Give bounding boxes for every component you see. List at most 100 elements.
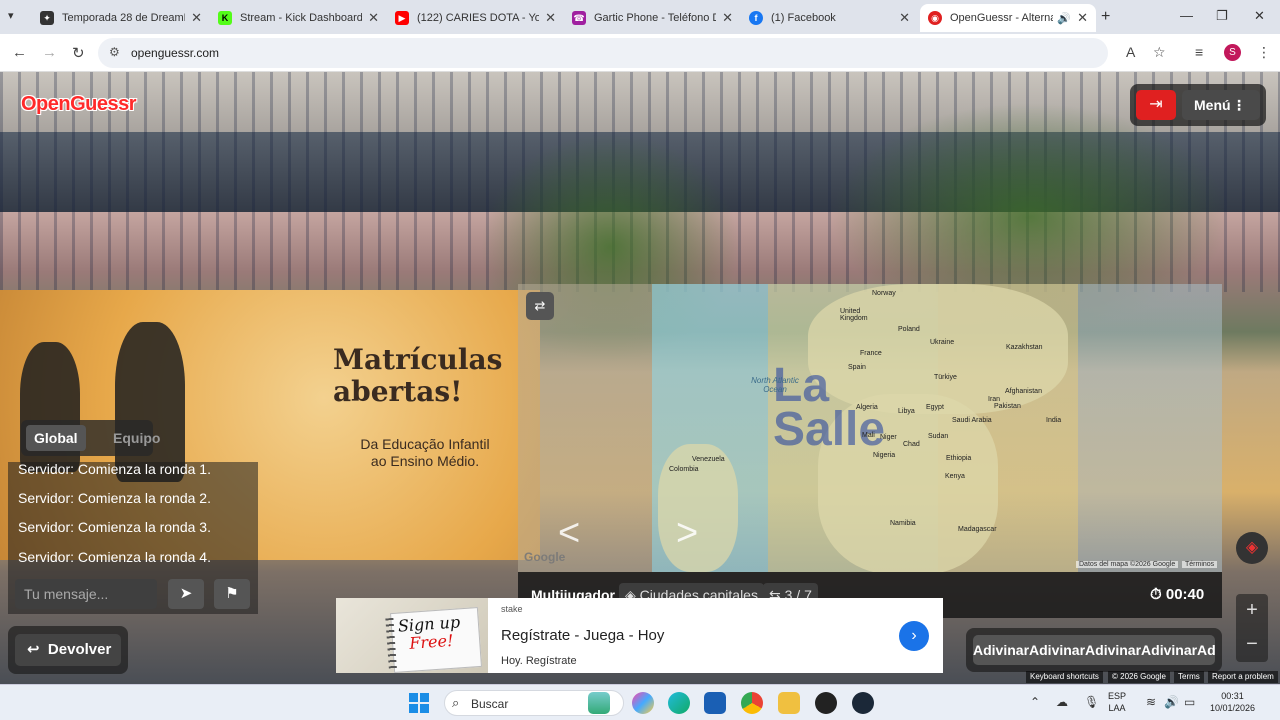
media-control-icon[interactable]: ≡ bbox=[1195, 44, 1203, 60]
kebab-menu-icon[interactable]: ⋮ bbox=[1257, 44, 1271, 61]
ad-go-button[interactable]: › bbox=[899, 621, 929, 651]
map-settings-button[interactable]: ⇄ bbox=[526, 292, 554, 320]
address-bar: ← → ↻ ⚙ openguessr.com A ☆ ≡ S ⋮ bbox=[0, 34, 1280, 72]
map-country-label: Chad bbox=[903, 441, 920, 448]
return-label: Devolver bbox=[47, 641, 112, 658]
new-tab-icon[interactable]: + bbox=[1101, 8, 1110, 26]
map-terms-link[interactable]: Términos bbox=[1182, 561, 1218, 568]
chat-message-input[interactable] bbox=[15, 579, 157, 609]
store-icon[interactable] bbox=[704, 692, 726, 714]
menu-button[interactable]: Menú ⋮ bbox=[1182, 90, 1260, 120]
guess-container: AdivinarAdivinarAdivinarAdivinarAdivinar bbox=[966, 628, 1222, 672]
chat-tab-global[interactable]: Global bbox=[26, 425, 86, 451]
language-indicator[interactable]: ESP LAA bbox=[1108, 690, 1126, 714]
widgets-icon[interactable] bbox=[588, 692, 610, 714]
url-text[interactable]: openguessr.com bbox=[131, 46, 219, 60]
google-terms-link[interactable]: Terms bbox=[1174, 671, 1204, 683]
compass-button[interactable]: ◈ bbox=[1236, 532, 1268, 564]
send-message-button[interactable]: ➤ bbox=[168, 579, 204, 609]
return-button[interactable]: ↩ Devolver bbox=[15, 634, 121, 666]
browser-tab[interactable]: ☎ Gartic Phone - Teléfono De ✕ bbox=[564, 4, 741, 32]
browser-tab[interactable]: K Stream - Kick Dashboard ✕ bbox=[210, 4, 387, 32]
map-country-label: Ethiopia bbox=[946, 455, 972, 462]
ad-banner[interactable]: Sign up Free! stake Regístrate - Juega -… bbox=[336, 598, 943, 673]
map-country-label: Poland bbox=[898, 326, 920, 333]
windows-start-icon[interactable] bbox=[409, 693, 429, 713]
site-info-icon[interactable]: ⚙ bbox=[109, 45, 120, 59]
map-country-label: Sudan bbox=[928, 433, 949, 440]
ad-image[interactable]: Sign up Free! bbox=[336, 598, 488, 673]
report-chat-button[interactable]: ⚑ bbox=[214, 579, 250, 609]
wifi-icon[interactable]: ≋ bbox=[1146, 695, 1156, 709]
keyboard-layout: LAA bbox=[1108, 703, 1126, 713]
guess-button[interactable]: AdivinarAdivinarAdivinarAdivinarAdivinar bbox=[973, 635, 1215, 665]
close-tab-icon[interactable]: ✕ bbox=[722, 10, 733, 26]
chat-tab-team[interactable]: Equipo bbox=[105, 425, 168, 451]
close-tab-icon[interactable]: ✕ bbox=[368, 10, 379, 26]
close-window-icon[interactable]: ✕ bbox=[1254, 8, 1265, 24]
obs-icon[interactable] bbox=[815, 692, 837, 714]
volume-icon[interactable]: 🔊 bbox=[1164, 695, 1179, 709]
map-country-label: Kazakhstan bbox=[1006, 344, 1043, 351]
windows-taskbar: ⌕ Buscar ⌃ ☁ 🎙 ESP LAA ≋ 🔊 ▭ 00:31 10/01… bbox=[0, 684, 1280, 720]
guess-map[interactable]: La Salle Norway United Kingdom Poland Ukr… bbox=[518, 284, 1222, 572]
copilot-icon[interactable] bbox=[632, 692, 654, 714]
clock-time: 00:31 bbox=[1221, 691, 1244, 701]
close-tab-icon[interactable]: ✕ bbox=[899, 10, 910, 26]
forward-icon[interactable]: → bbox=[42, 44, 57, 61]
chat-tabs: Global Equipo bbox=[21, 420, 160, 456]
exit-game-button[interactable]: ⇥ bbox=[1136, 90, 1176, 120]
steam-icon[interactable] bbox=[852, 692, 874, 714]
omnibox[interactable]: ⚙ openguessr.com bbox=[98, 38, 1108, 68]
translate-icon[interactable]: A bbox=[1126, 44, 1135, 60]
tab-search-icon[interactable]: ▾ bbox=[8, 9, 14, 22]
microphone-icon[interactable]: 🎙 bbox=[1084, 695, 1099, 709]
chat-message: Servidor: Comienza la ronda 1. bbox=[18, 462, 211, 477]
report-problem-link[interactable]: Report a problem bbox=[1208, 671, 1278, 683]
map-country-label: Algeria bbox=[856, 404, 878, 411]
map-country-label: India bbox=[1046, 417, 1062, 424]
browser-tab[interactable]: f (1) Facebook ✕ bbox=[741, 4, 918, 32]
close-tab-icon[interactable]: ✕ bbox=[191, 10, 202, 26]
browser-tab-bar: ▾ ✦ Temporada 28 de DreamLe ✕ K Stream -… bbox=[0, 0, 1280, 34]
restore-icon[interactable]: ❐ bbox=[1216, 8, 1228, 24]
return-icon: ↩ bbox=[27, 641, 40, 658]
profile-avatar[interactable]: S bbox=[1224, 44, 1241, 61]
zoom-in-button[interactable]: + bbox=[1236, 594, 1268, 626]
map-country-label: Ukraine bbox=[930, 339, 955, 346]
map-attribution: Datos del mapa ©2026 Google bbox=[1076, 561, 1179, 568]
zoom-out-button[interactable]: − bbox=[1236, 628, 1268, 660]
openguessr-logo[interactable]: OpenGuessr bbox=[21, 93, 137, 116]
reload-icon[interactable]: ↻ bbox=[72, 44, 85, 62]
map-country-label: Egypt bbox=[926, 404, 944, 411]
map-next-arrow[interactable]: > bbox=[676, 512, 698, 555]
cloud-icon[interactable]: ☁ bbox=[1056, 695, 1068, 709]
bookmark-star-icon[interactable]: ☆ bbox=[1153, 44, 1166, 61]
openguessr-icon: ◉ bbox=[928, 11, 942, 25]
send-icon: ➤ bbox=[179, 585, 193, 602]
back-container: ↩ Devolver bbox=[8, 626, 128, 674]
speaker-icon[interactable]: 🔊 bbox=[1057, 12, 1071, 25]
battery-icon[interactable]: ▭ bbox=[1184, 695, 1195, 709]
clock[interactable]: 00:31 10/01/2026 bbox=[1210, 690, 1255, 714]
zoom-controls: + − bbox=[1236, 594, 1268, 662]
menu-dots-icon: ⋮ bbox=[1232, 97, 1246, 113]
map-country-label: Pakistan bbox=[994, 403, 1021, 410]
search-label: Buscar bbox=[471, 697, 509, 711]
back-icon[interactable]: ← bbox=[12, 44, 27, 61]
browser-tab-active[interactable]: ◉ OpenGuessr - Alternat 🔊 ✕ bbox=[920, 4, 1096, 32]
minimize-icon[interactable]: — bbox=[1180, 8, 1193, 23]
notebook-rings bbox=[385, 617, 397, 671]
close-tab-icon[interactable]: ✕ bbox=[1077, 10, 1088, 26]
chrome-icon[interactable] bbox=[741, 692, 763, 714]
browser-tab[interactable]: ▶ (122) CARIES DOTA - YouT ✕ bbox=[387, 4, 564, 32]
file-explorer-icon[interactable] bbox=[778, 692, 800, 714]
tray-overflow-icon[interactable]: ⌃ bbox=[1030, 695, 1040, 709]
exit-icon: ⇥ bbox=[1149, 96, 1163, 113]
edge-icon[interactable] bbox=[668, 692, 690, 714]
ad-title[interactable]: Regístrate - Juega - Hoy bbox=[501, 627, 664, 644]
browser-tab[interactable]: ✦ Temporada 28 de DreamLe ✕ bbox=[32, 4, 210, 32]
close-tab-icon[interactable]: ✕ bbox=[545, 10, 556, 26]
map-prev-arrow[interactable]: < bbox=[558, 512, 580, 555]
keyboard-shortcuts-link[interactable]: Keyboard shortcuts bbox=[1026, 671, 1103, 683]
